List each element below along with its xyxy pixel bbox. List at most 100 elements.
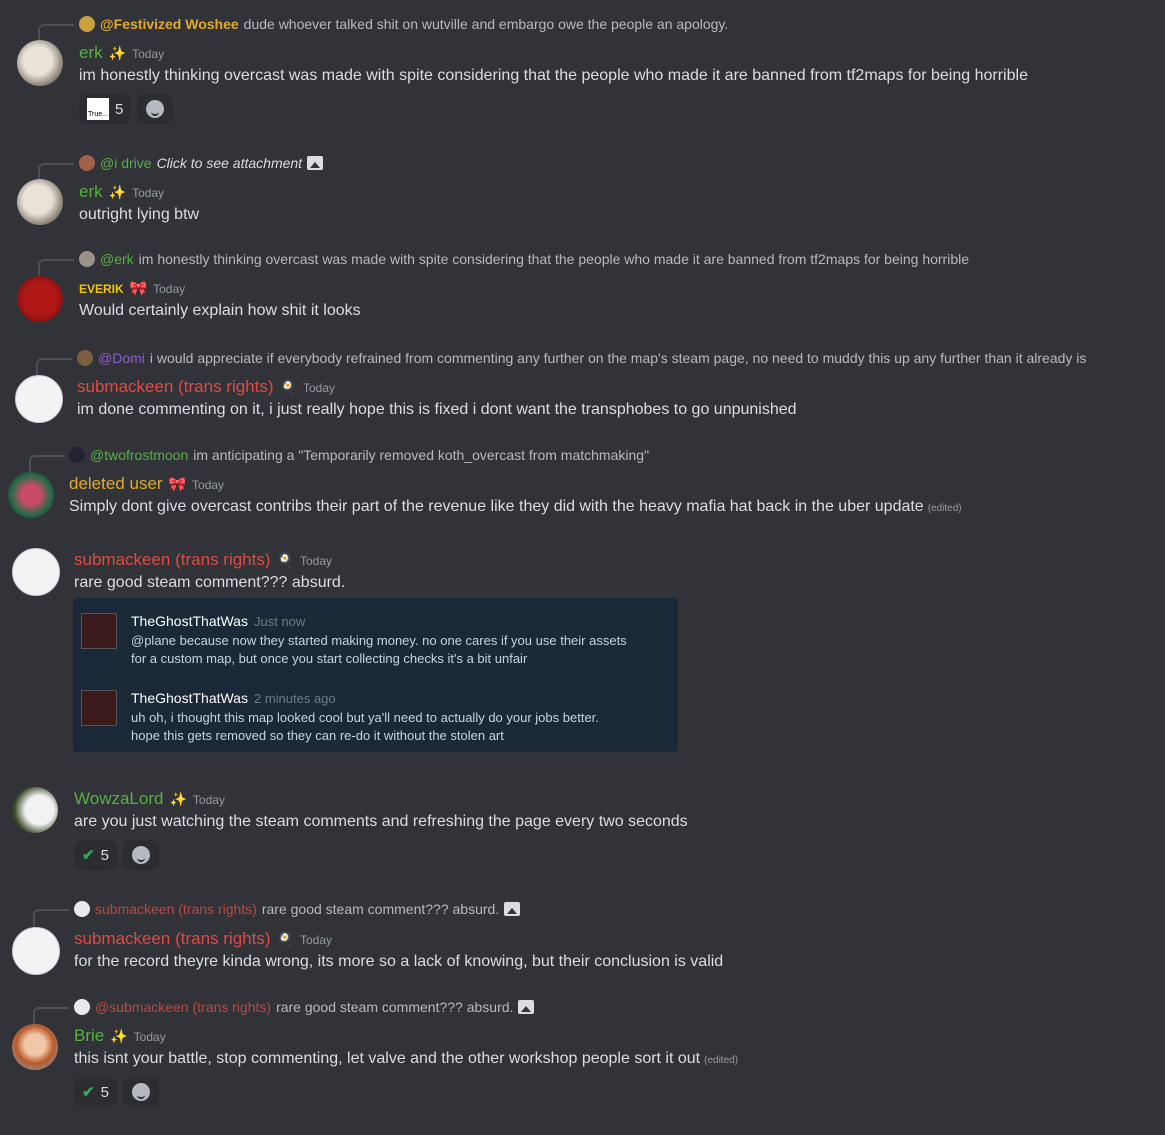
reply-text: im anticipating a "Temporarily removed k…	[193, 447, 650, 463]
message-text: are you just watching the steam comments…	[74, 813, 688, 830]
avatar[interactable]	[12, 927, 60, 975]
timestamp: Today	[132, 186, 165, 200]
reply-preview[interactable]: @submackeen (trans rights) rare good ste…	[74, 999, 535, 1015]
timestamp: Today	[299, 933, 332, 947]
message-text: im done commenting on it, i just really …	[77, 401, 797, 418]
reply-author[interactable]: @erk	[100, 251, 134, 267]
timestamp: Today	[132, 47, 165, 61]
reply-text: dude whoever talked shit on wutville and…	[243, 16, 729, 32]
username[interactable]: deleted user	[69, 474, 163, 494]
avatar[interactable]	[15, 375, 63, 423]
reaction-count: 5	[100, 846, 109, 864]
comment-line: hope this gets removed so they can re-do…	[131, 728, 504, 743]
image-icon	[307, 156, 324, 170]
image-icon	[504, 902, 521, 916]
add-reaction-button[interactable]	[122, 1077, 159, 1107]
commenter-name: TheGhostThatWas	[131, 613, 248, 629]
reply-preview[interactable]: @twofrostmoon im anticipating a "Tempora…	[69, 447, 649, 463]
timestamp: Today	[299, 554, 332, 568]
comment-time: 2 minutes ago	[253, 691, 336, 706]
bow-icon: 🎀	[129, 280, 148, 296]
commenter-name: TheGhostThatWas	[131, 690, 248, 706]
message-text: rare good steam comment??? absurd.	[74, 574, 346, 591]
sparkle-icon: ✨	[108, 45, 127, 61]
reply-author[interactable]: @twofrostmoon	[90, 447, 188, 463]
avatar[interactable]	[17, 179, 63, 225]
username[interactable]: submackeen (trans rights)	[74, 929, 271, 949]
reply-avatar	[79, 155, 95, 171]
reaction-count: 5	[115, 100, 124, 118]
username[interactable]: WowzaLord	[74, 789, 163, 809]
reply-author[interactable]: @submackeen (trans rights)	[95, 999, 271, 1015]
comment-line: uh oh, i thought this map looked cool bu…	[131, 710, 599, 725]
reply-avatar	[79, 16, 95, 32]
username[interactable]: submackeen (trans rights)	[74, 550, 271, 570]
timestamp: Today	[153, 282, 186, 296]
reaction-check[interactable]: ✔ 5	[74, 1077, 117, 1107]
egg-icon: 🍳	[279, 379, 297, 395]
smile-icon	[131, 846, 150, 864]
smile-icon	[131, 1083, 150, 1101]
avatar[interactable]	[12, 1024, 58, 1070]
reply-preview[interactable]: submackeen (trans rights) rare good stea…	[74, 901, 521, 917]
avatar[interactable]	[17, 276, 63, 322]
timestamp: Today	[192, 478, 225, 492]
reply-text: Click to see attachment	[156, 155, 303, 171]
avatar[interactable]	[12, 787, 58, 833]
reply-author[interactable]: submackeen (trans rights)	[95, 901, 257, 917]
comment-line: @plane because now they started making m…	[131, 633, 627, 648]
sparkle-icon: ✨	[169, 791, 187, 807]
reaction-true-image[interactable]: True... 5	[79, 94, 132, 124]
egg-icon: 🍳	[276, 552, 294, 568]
check-icon: ✔	[82, 1084, 95, 1101]
username[interactable]: erk	[79, 43, 103, 63]
username[interactable]: Brie	[74, 1026, 104, 1046]
bow-icon: 🎀	[168, 476, 187, 492]
username[interactable]: erk	[79, 182, 103, 202]
reply-text: im honestly thinking overcast was made w…	[138, 251, 970, 267]
add-reaction-button[interactable]	[137, 94, 174, 124]
username[interactable]: EVERIK	[79, 282, 124, 296]
message-text: Would certainly explain how shit it look…	[79, 302, 361, 319]
commenter-avatar	[81, 690, 117, 726]
reply-author[interactable]: @Domi	[98, 350, 145, 366]
message-text: outright lying btw	[79, 206, 200, 223]
add-reaction-button[interactable]	[122, 840, 159, 870]
message-text: this isnt your battle, stop commenting, …	[74, 1050, 701, 1067]
avatar[interactable]	[17, 40, 63, 86]
comment-time: Just now	[253, 614, 306, 629]
message-text: for the record theyre kinda wrong, its m…	[74, 953, 724, 970]
avatar[interactable]	[8, 472, 54, 518]
timestamp: Today	[302, 381, 335, 395]
reply-preview[interactable]: @i drive Click to see attachment	[79, 155, 324, 171]
reply-preview[interactable]: @Festivized Woshee dude whoever talked s…	[79, 16, 728, 32]
commenter-avatar	[81, 613, 117, 649]
steam-comments-image[interactable]: TheGhostThatWas Just now @plane because n…	[73, 598, 678, 752]
comment-line: for a custom map, but once you start col…	[131, 651, 528, 666]
message-text: Simply dont give overcast contribs their…	[69, 498, 924, 515]
true-image-icon: True...	[87, 98, 109, 120]
reply-text: i would appreciate if everybody refraine…	[149, 350, 1087, 366]
reply-text: rare good steam comment??? absurd.	[276, 999, 514, 1015]
reply-avatar	[74, 999, 90, 1015]
reply-preview[interactable]: @Domi i would appreciate if everybody re…	[77, 350, 1086, 366]
image-icon	[518, 1000, 535, 1014]
reply-author[interactable]: @i drive	[100, 155, 152, 171]
reply-avatar	[79, 251, 95, 267]
sparkle-icon: ✨	[108, 184, 127, 200]
smile-icon	[146, 100, 165, 118]
reply-author[interactable]: @Festivized Woshee	[100, 16, 239, 32]
check-icon: ✔	[82, 847, 95, 864]
reaction-check[interactable]: ✔ 5	[74, 840, 117, 870]
reply-avatar	[69, 447, 85, 463]
avatar[interactable]	[12, 548, 60, 596]
reply-avatar	[74, 901, 90, 917]
reply-text: rare good steam comment??? absurd.	[261, 901, 500, 917]
message-text: im honestly thinking overcast was made w…	[79, 67, 1028, 84]
timestamp: Today	[192, 793, 225, 807]
edited-label: (edited)	[927, 503, 962, 514]
timestamp: Today	[133, 1030, 166, 1044]
edited-label: (edited)	[704, 1055, 739, 1066]
username[interactable]: submackeen (trans rights)	[77, 377, 274, 397]
reply-preview[interactable]: @erk im honestly thinking overcast was m…	[79, 251, 969, 267]
